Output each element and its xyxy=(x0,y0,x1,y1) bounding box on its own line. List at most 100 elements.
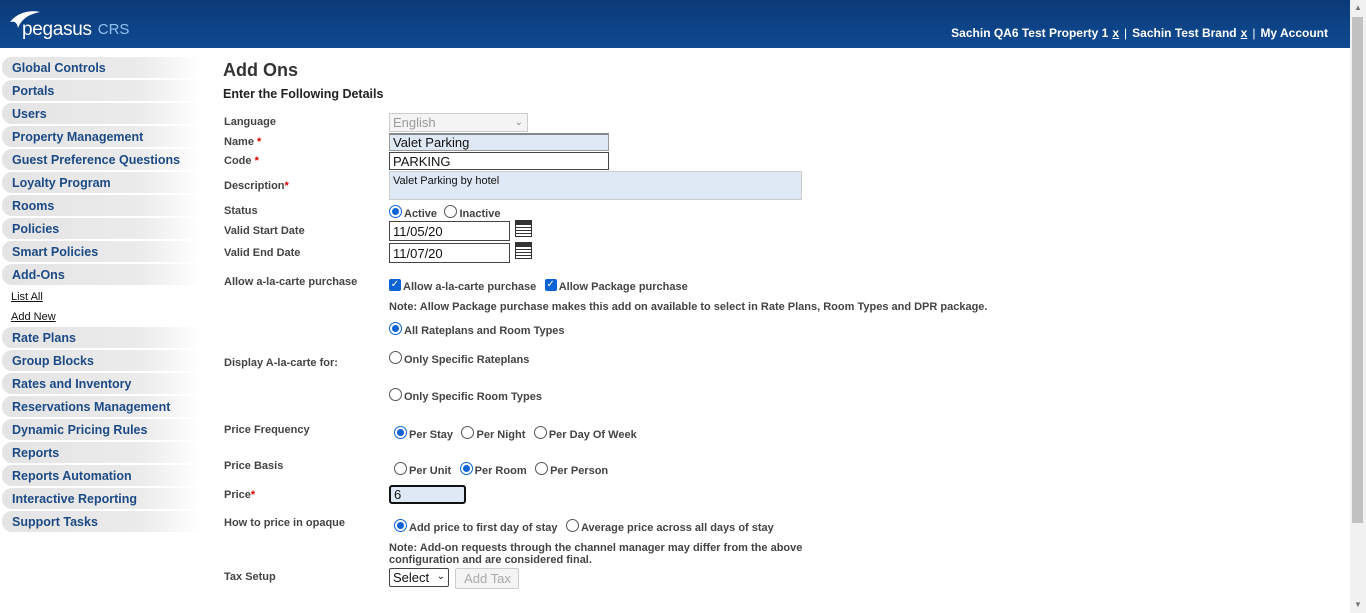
allow-package-checkbox[interactable]: ✓ xyxy=(544,278,557,291)
frequency-per-stay-label: Per Stay xyxy=(409,429,454,441)
page-subtitle: Enter the Following Details xyxy=(223,87,384,101)
sidebar-item-reports-automation[interactable]: Reports Automation xyxy=(2,465,200,486)
price-label: Price* xyxy=(224,489,256,501)
frequency-per-night-label: Per Night xyxy=(476,429,526,441)
sidebar-item-reports[interactable]: Reports xyxy=(2,442,200,463)
sidebar-item-property-management[interactable]: Property Management xyxy=(2,126,200,147)
header-links: Sachin QA6 Test Property 1 x | Sachin Test … xyxy=(951,26,1328,40)
opaque-first-day-label: Add price to first day of stay xyxy=(409,522,558,534)
opaque-label: How to price in opaque xyxy=(224,517,346,529)
valid-start-date-input[interactable] xyxy=(389,221,510,241)
brand-link-name: Sachin Test Brand xyxy=(1132,26,1237,40)
sidebar-item-rate-plans[interactable]: Rate Plans xyxy=(2,327,200,348)
app-header: pegasus CRS Sachin QA6 Test Property 1 x |… xyxy=(0,0,1350,48)
valid-end-date-label: Valid End Date xyxy=(224,247,301,259)
sidebar-item-loyalty-program[interactable]: Loyalty Program xyxy=(2,172,200,193)
price-input[interactable] xyxy=(389,485,466,504)
sidebar-subitem-add-new[interactable]: Add New xyxy=(0,307,200,327)
code-input[interactable] xyxy=(389,152,609,170)
description-label: Description* xyxy=(224,180,289,192)
brand-suffix: CRS xyxy=(97,21,130,38)
chevron-down-icon: ⌄ xyxy=(514,117,523,128)
sidebar-item-group-blocks[interactable]: Group Blocks xyxy=(2,350,200,371)
basis-per-unit-label: Per Unit xyxy=(409,465,452,477)
status-active-label: Active xyxy=(404,208,438,220)
calendar-icon[interactable] xyxy=(515,242,533,259)
name-label: Name * xyxy=(224,136,262,148)
sidebar-item-rooms[interactable]: Rooms xyxy=(2,195,200,216)
language-select[interactable]: English ⌄ xyxy=(389,113,528,132)
my-account-link[interactable]: My Account xyxy=(1260,26,1328,40)
sidebar-item-portals[interactable]: Portals xyxy=(2,80,200,101)
frequency-per-stay-radio[interactable] xyxy=(394,426,407,440)
sidebar-item-dynamic-pricing-rules[interactable]: Dynamic Pricing Rules xyxy=(2,419,200,440)
description-textarea[interactable]: Valet Parking by hotel xyxy=(389,171,802,200)
alacarte-label: Allow a-la-carte purchase xyxy=(224,276,358,288)
display-roomtypes-label: Only Specific Room Types xyxy=(404,391,542,403)
close-brand-link[interactable]: x xyxy=(1241,26,1248,40)
vertical-scrollbar[interactable]: ▲ ▼ xyxy=(1350,0,1366,613)
sidebar-item-add-ons[interactable]: Add-Ons xyxy=(2,264,200,285)
sidebar-item-policies[interactable]: Policies xyxy=(2,218,200,239)
sidebar-item-smart-policies[interactable]: Smart Policies xyxy=(2,241,200,262)
sidebar-item-support-tasks[interactable]: Support Tasks xyxy=(2,511,200,532)
valid-end-date-input[interactable] xyxy=(389,243,510,263)
page-title: Add Ons xyxy=(223,60,298,80)
basis-per-person-label: Per Person xyxy=(550,465,609,477)
language-value: English xyxy=(393,115,436,130)
allow-alacarte-checkbox[interactable]: ✓ xyxy=(389,278,401,291)
sidebar: Global Controls Portals Users Property M… xyxy=(0,57,200,534)
channel-manager-note: Note: Add-on requests through the channe… xyxy=(389,542,803,566)
valid-start-date-label: Valid Start Date xyxy=(224,225,305,237)
allow-package-checkbox-label: Allow Package purchase xyxy=(558,281,688,293)
sidebar-item-users[interactable]: Users xyxy=(2,103,200,124)
sidebar-subitem-list-all[interactable]: List All xyxy=(0,287,200,307)
sidebar-item-guest-preference-questions[interactable]: Guest Preference Questions xyxy=(2,149,200,170)
sidebar-item-interactive-reporting[interactable]: Interactive Reporting xyxy=(2,488,200,509)
basis-per-room-radio[interactable] xyxy=(459,462,473,476)
separator: | xyxy=(1124,26,1128,40)
sidebar-item-rates-and-inventory[interactable]: Rates and Inventory xyxy=(2,373,200,394)
close-property-link[interactable]: x xyxy=(1112,26,1119,40)
display-all-radio[interactable] xyxy=(389,322,402,336)
pegasus-logo[interactable]: pegasus CRS xyxy=(10,10,129,40)
display-roomtypes-radio[interactable] xyxy=(389,388,402,402)
allow-alacarte-checkbox-label: Allow a-la-carte purchase xyxy=(403,281,537,293)
basis-per-unit-radio[interactable] xyxy=(394,462,407,476)
scroll-down-arrow-icon[interactable]: ▼ xyxy=(1350,597,1366,613)
scrollbar-thumb[interactable] xyxy=(1352,17,1363,523)
tax-select[interactable]: Select ⌄ xyxy=(389,568,449,587)
sidebar-item-reservations-management[interactable]: Reservations Management xyxy=(2,396,200,417)
chevron-down-icon: ⌄ xyxy=(436,571,445,582)
status-label: Status xyxy=(224,205,258,217)
separator: | xyxy=(1252,26,1256,40)
basis-per-room-label: Per Room xyxy=(474,465,527,477)
package-note: Note: Allow Package purchase makes this … xyxy=(389,301,988,313)
display-rateplans-radio[interactable] xyxy=(389,351,402,365)
display-alacarte-label: Display A-la-carte for: xyxy=(224,357,338,369)
status-inactive-radio[interactable] xyxy=(444,205,458,219)
price-basis-label: Price Basis xyxy=(224,460,284,472)
opaque-average-radio[interactable] xyxy=(565,519,579,533)
tax-setup-label: Tax Setup xyxy=(224,571,276,583)
frequency-per-day-of-week-label: Per Day Of Week xyxy=(548,429,637,441)
frequency-per-day-of-week-radio[interactable] xyxy=(533,426,547,440)
status-active-radio[interactable] xyxy=(389,205,402,219)
opaque-first-day-radio[interactable] xyxy=(394,519,407,533)
display-rateplans-label: Only Specific Rateplans xyxy=(404,354,530,366)
status-inactive-label: Inactive xyxy=(459,208,501,220)
name-input[interactable] xyxy=(389,133,609,151)
frequency-per-night-radio[interactable] xyxy=(461,426,475,440)
property-name: Sachin QA6 Test Property 1 xyxy=(951,26,1109,40)
scroll-up-arrow-icon[interactable]: ▲ xyxy=(1350,0,1366,16)
opaque-average-label: Average price across all days of stay xyxy=(580,522,774,534)
swoosh-icon xyxy=(10,11,40,28)
calendar-icon[interactable] xyxy=(515,220,533,237)
sidebar-item-global-controls[interactable]: Global Controls xyxy=(2,57,200,78)
tax-select-value: Select xyxy=(393,570,430,585)
basis-per-person-radio[interactable] xyxy=(535,462,549,476)
add-tax-button[interactable]: Add Tax xyxy=(455,568,520,589)
code-label: Code * xyxy=(224,155,259,167)
display-all-label: All Rateplans and Room Types xyxy=(404,325,565,337)
language-label: Language xyxy=(224,116,276,128)
